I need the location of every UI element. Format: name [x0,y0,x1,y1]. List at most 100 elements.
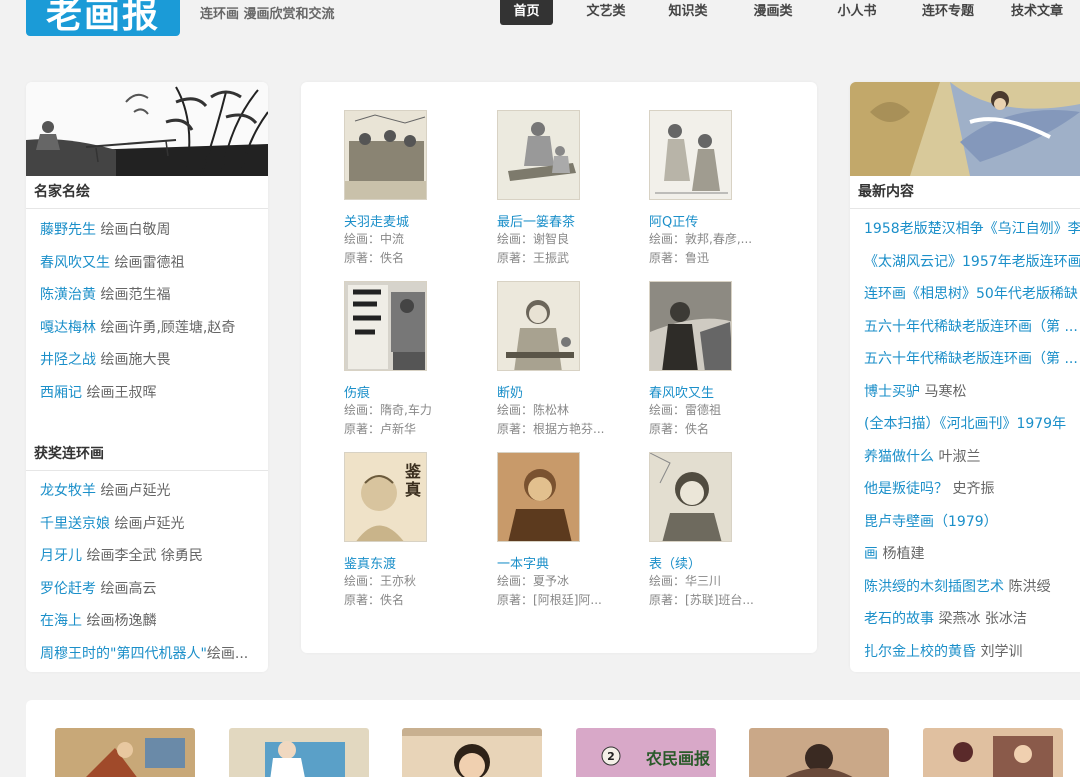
cover-thumbnail[interactable] [497,110,580,200]
grid-item[interactable]: 断奶 绘画：陈松林 原著：根据方艳芬... [497,281,637,439]
item-artist: 绘画雷德祖 [114,254,185,271]
item-title[interactable]: 扎尔金上校的黄昏 [864,644,976,660]
list-item[interactable]: 龙女牧羊 绘画卢延光 [40,475,268,508]
grid-item[interactable]: 伤痕 绘画：隋奇,车力 原著：卢新华 [344,281,484,439]
list-item[interactable]: 毘卢寺壁画（1979） [864,506,1080,539]
list-item[interactable]: 老石的故事 梁燕冰 张冰洁 [864,603,1080,636]
cover-thumbnail[interactable]: 鉴真 [344,452,427,542]
cover-thumbnail[interactable] [344,110,427,200]
list-item[interactable]: 五六十年代稀缺老版连环画（第 ... [864,311,1080,344]
list-item[interactable]: 嘎达梅林 绘画许勇,顾莲塘,赵奇 [40,312,268,345]
item-title[interactable]: 井陉之战 [40,352,96,368]
list-item[interactable]: 养猫做什么 叶淑兰 [864,441,1080,474]
item-title[interactable]: 画 [864,546,878,562]
cover-thumbnail[interactable] [649,110,732,200]
list-item[interactable]: 在海上 绘画杨逸麟 [40,605,268,638]
item-author: 原著：鲁迅 [649,251,710,265]
item-title[interactable]: 陈洪绶的木刻插图艺术 [864,579,1004,595]
item-title[interactable]: 周穆王时的"第四代机器人" [40,646,207,662]
item-title[interactable]: 老石的故事 [864,611,934,627]
cover-thumbnail[interactable] [344,281,427,371]
item-title[interactable]: 五六十年代稀缺老版连环画（第 ... [864,319,1078,335]
cover-thumbnail[interactable] [497,452,580,542]
item-title[interactable]: 博士买驴 [864,384,920,400]
grid-item[interactable]: 最后一篓春茶 绘画：谢智良 原著：王振武 [497,110,637,268]
item-artist: 绘画李全武 徐勇民 [86,548,203,564]
item-title[interactable]: 龙女牧羊 [40,483,96,499]
item-title[interactable]: 1958老版楚汉相争《乌江自刎》李 [864,221,1080,237]
list-item[interactable]: 连环画《相思树》50年代老版稀缺 [864,278,1080,311]
site-logo[interactable]: 老画报 [26,0,180,36]
nav-knowledge[interactable]: 知识类 [664,0,712,25]
item-title[interactable]: 养猫做什么 [864,449,934,465]
list-item[interactable]: 春风吹又生 绘画雷德祖 [40,247,268,280]
item-title[interactable]: 一本字典 [497,553,637,572]
grid-item[interactable]: 表（续） 绘画：华三川 原著：[苏联]班台... [649,452,789,610]
list-item[interactable]: 藤野先生 绘画白敬周 [40,214,268,247]
grid-item[interactable]: 关羽走麦城 绘画：中流 原著：佚名 [344,110,484,268]
list-item[interactable]: 他是叛徒吗？ 史齐振 [864,473,1080,506]
item-title[interactable]: 连环画《相思树》50年代老版稀缺 [864,286,1078,302]
grid-item[interactable]: 阿Q正传 绘画：敦邦,春彦,... 原著：鲁迅 [649,110,789,268]
item-title[interactable]: 在海上 [40,613,82,629]
nav-tech-articles[interactable]: 技术文章 [1007,0,1067,25]
magazine-cover[interactable] [402,728,542,777]
cover-thumbnail[interactable] [649,452,732,542]
item-title[interactable]: 关羽走麦城 [344,211,484,230]
item-title[interactable]: 春风吹又生 [649,382,789,401]
nav-special-topics[interactable]: 连环专题 [916,0,980,25]
list-item[interactable]: 扎尔金上校的黄昏 刘学训 [864,636,1080,669]
magazine-cover[interactable] [55,728,195,777]
item-title[interactable]: 罗伦赶考 [40,581,96,597]
item-title[interactable]: 春风吹又生 [40,255,110,271]
list-item[interactable]: 罗伦赶考 绘画高云 [40,573,268,606]
cover-thumbnail[interactable] [649,281,732,371]
item-title[interactable]: 五六十年代稀缺老版连环画（第 ... [864,351,1078,367]
grid-item[interactable]: 一本字典 绘画：夏予冰 原著：[阿根廷]阿... [497,452,637,610]
magazine-cover[interactable]: 2 农民画报 [576,728,716,777]
list-item[interactable]: 1958老版楚汉相争《乌江自刎》李 [864,213,1080,246]
list-item[interactable]: 五六十年代稀缺老版连环画（第 ... [864,343,1080,376]
item-title[interactable]: 《太湖风云记》1957年老版连环画 [864,254,1080,270]
list-item[interactable]: 陈潢治黄 绘画范生福 [40,279,268,312]
item-title[interactable]: 毘卢寺壁画（1979） [864,514,998,530]
item-title[interactable]: 藤野先生 [40,222,96,238]
list-item[interactable]: 周穆王时的"第四代机器人"绘画... [40,638,268,671]
cover-thumbnail[interactable] [497,281,580,371]
item-title[interactable]: 鉴真东渡 [344,553,484,572]
list-item[interactable]: 博士买驴 马寒松 [864,376,1080,409]
item-title[interactable]: (全本扫描）《河北画刊》1979年 [864,416,1066,432]
item-title[interactable]: 阿Q正传 [649,211,789,230]
nav-home[interactable]: 首页 [500,0,553,25]
list-item[interactable]: 画 杨植建 [864,538,1080,571]
magazine-cover[interactable] [229,728,369,777]
list-item[interactable]: (全本扫描）《河北画刊》1979年 [864,408,1080,441]
item-artist: 绘画：雷德祖 [649,403,722,417]
list-item[interactable]: 西厢记 绘画王叔晖 [40,377,268,410]
grid-item[interactable]: 鉴真 鉴真东渡 绘画：王亦秋 原著：佚名 [344,452,484,610]
nav-comics[interactable]: 漫画类 [749,0,797,25]
item-author: 原著：佚名 [344,251,405,265]
item-artist: 刘学训 [980,643,1023,660]
item-title[interactable]: 最后一篓春茶 [497,211,637,230]
item-title[interactable]: 千里送京娘 [40,516,110,532]
list-item[interactable]: 井陉之战 绘画施大畏 [40,344,268,377]
item-title[interactable]: 他是叛徒吗？ [864,481,948,497]
nav-literature[interactable]: 文艺类 [582,0,630,25]
magazine-cover[interactable] [923,728,1063,777]
list-item[interactable]: 千里送京娘 绘画卢延光 [40,508,268,541]
item-title[interactable]: 嘎达梅林 [40,320,96,336]
grid-item[interactable]: 春风吹又生 绘画：雷德祖 原著：佚名 [649,281,789,439]
item-title[interactable]: 断奶 [497,382,637,401]
list-item[interactable]: 陈洪绶的木刻插图艺术 陈洪绶 [864,571,1080,604]
item-title[interactable]: 月牙儿 [40,548,82,564]
item-title[interactable]: 陈潢治黄 [40,287,96,303]
magazine-cover[interactable] [749,728,889,777]
item-author: 原著：卢新华 [344,422,417,436]
nav-picture-books[interactable]: 小人书 [833,0,881,25]
item-title[interactable]: 西厢记 [40,385,82,401]
list-item[interactable]: 月牙儿 绘画李全武 徐勇民 [40,540,268,573]
item-title[interactable]: 伤痕 [344,382,484,401]
list-item[interactable]: 《太湖风云记》1957年老版连环画 [864,246,1080,279]
item-title[interactable]: 表（续） [649,553,789,572]
